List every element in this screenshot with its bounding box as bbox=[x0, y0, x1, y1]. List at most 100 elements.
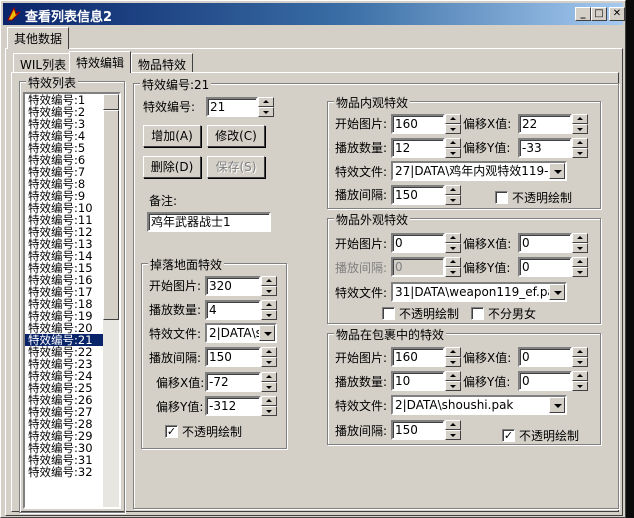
inner-start-spinner[interactable] bbox=[445, 114, 461, 134]
effect-id-label: 特效编号: bbox=[143, 100, 196, 114]
effect-edit-title: 特效编号:21 bbox=[140, 76, 212, 93]
inner-file-select[interactable]: 27|DATA\鸡年内观特效119-12 bbox=[391, 161, 567, 181]
outer-offx-spinner[interactable] bbox=[572, 233, 588, 253]
inner-opaque-checkbox[interactable] bbox=[495, 191, 508, 204]
bag-interval-spinner[interactable] bbox=[445, 420, 461, 440]
drop-opaque-checkbox[interactable]: ✓ bbox=[165, 425, 178, 438]
drop-interval-input[interactable]: 150 bbox=[205, 347, 261, 367]
bag-start-input[interactable]: 160 bbox=[391, 347, 445, 367]
bag-count-label: 播放数量: bbox=[335, 375, 388, 389]
drop-offx-input[interactable]: -72 bbox=[205, 372, 261, 392]
close-icon: ✕ bbox=[612, 8, 622, 19]
scroll-thumb[interactable] bbox=[103, 110, 119, 320]
chevron-down-icon[interactable] bbox=[259, 325, 275, 341]
delete-button[interactable]: 删除(D) bbox=[143, 156, 201, 178]
bag-opaque-label: 不透明绘制 bbox=[519, 429, 580, 443]
inner-interval-spinner[interactable] bbox=[445, 185, 461, 205]
chevron-down-icon[interactable] bbox=[549, 163, 565, 179]
tab-item-effects[interactable]: 物品特效 bbox=[131, 53, 194, 73]
inner-interval-input[interactable]: 150 bbox=[391, 185, 445, 205]
outer-interval-input[interactable]: 0 bbox=[391, 257, 445, 277]
tab-other-data[interactable]: 其他数据 bbox=[7, 27, 70, 49]
minimize-icon: _ bbox=[580, 8, 586, 19]
inner-count-label: 播放数量: bbox=[335, 141, 388, 155]
bag-file-label: 特效文件: bbox=[335, 399, 388, 413]
drop-offx-spinner[interactable] bbox=[261, 372, 277, 392]
bag-interval-input[interactable]: 150 bbox=[391, 420, 445, 440]
outer-unisex-checkbox[interactable] bbox=[471, 307, 484, 320]
check-icon: ✓ bbox=[166, 425, 177, 438]
maximize-button[interactable]: □ bbox=[591, 7, 607, 21]
close-button[interactable]: ✕ bbox=[609, 7, 625, 21]
tab-wil-list[interactable]: WIL列表 bbox=[13, 53, 74, 73]
drop-interval-spinner[interactable] bbox=[261, 347, 277, 367]
chevron-down-icon[interactable] bbox=[549, 284, 565, 300]
bag-interval-label: 播放间隔: bbox=[335, 424, 388, 438]
maximize-icon: □ bbox=[594, 8, 604, 19]
scroll-up-button[interactable] bbox=[103, 94, 119, 110]
bag-start-label: 开始图片: bbox=[335, 351, 388, 365]
note-input[interactable]: 鸡年武器战士1 bbox=[147, 212, 271, 232]
inner-offx-spinner[interactable] bbox=[572, 114, 588, 134]
save-button[interactable]: 保存(S) bbox=[207, 156, 265, 178]
bag-effect-title: 物品在包裹中的特效 bbox=[334, 326, 447, 343]
drop-count-label: 播放数量: bbox=[149, 303, 202, 317]
bag-offy-label: 偏移Y值: bbox=[463, 375, 511, 389]
drop-start-input[interactable]: 320 bbox=[205, 276, 261, 296]
bag-offy-input[interactable]: 0 bbox=[518, 371, 572, 391]
bag-start-spinner[interactable] bbox=[445, 347, 461, 367]
drop-count-spinner[interactable] bbox=[261, 300, 277, 320]
check-icon: ✓ bbox=[503, 429, 514, 442]
drop-effect-title: 掉落地面特效 bbox=[148, 256, 225, 273]
inner-start-input[interactable]: 160 bbox=[391, 114, 445, 134]
outer-opaque-checkbox[interactable] bbox=[382, 307, 395, 320]
inner-offx-label: 偏移X值: bbox=[463, 117, 512, 131]
effect-list-scrollbar[interactable] bbox=[103, 94, 119, 507]
inner-opaque-label: 不透明绘制 bbox=[512, 191, 573, 205]
drop-start-spinner[interactable] bbox=[261, 276, 277, 296]
drop-file-label: 特效文件: bbox=[149, 327, 202, 341]
inner-effect-title: 物品内观特效 bbox=[334, 94, 411, 111]
modify-button[interactable]: 修改(C) bbox=[207, 125, 265, 147]
effect-id-input[interactable]: 21 bbox=[206, 97, 258, 117]
desktop-background bbox=[626, 0, 634, 518]
bag-opaque-checkbox[interactable]: ✓ bbox=[502, 429, 515, 442]
inner-offx-input[interactable]: 22 bbox=[518, 114, 572, 134]
title-bar[interactable]: 查看列表信息2 _ □ ✕ bbox=[3, 3, 625, 25]
app-icon bbox=[7, 6, 21, 21]
drop-offy-label: 偏移Y值: bbox=[156, 400, 204, 414]
inner-offy-input[interactable]: -33 bbox=[518, 138, 572, 158]
outer-start-spinner[interactable] bbox=[445, 233, 461, 253]
effect-id-spinner[interactable] bbox=[258, 97, 274, 117]
add-button[interactable]: 增加(A) bbox=[143, 125, 201, 147]
bag-file-select[interactable]: 2|DATA\shoushi.pak bbox=[391, 395, 567, 415]
inner-file-label: 特效文件: bbox=[335, 165, 388, 179]
inner-offy-spinner[interactable] bbox=[572, 138, 588, 158]
outer-file-select[interactable]: 31|DATA\weapon119_ef.pak bbox=[391, 282, 567, 302]
outer-interval-spinner[interactable] bbox=[445, 257, 461, 277]
outer-offx-label: 偏移X值: bbox=[463, 237, 512, 251]
drop-opaque-label: 不透明绘制 bbox=[182, 425, 243, 439]
bag-count-input[interactable]: 10 bbox=[391, 371, 445, 391]
tab-effect-edit[interactable]: 特效编辑 bbox=[69, 51, 132, 73]
drop-file-select[interactable]: 2|DATA\sh bbox=[205, 323, 277, 343]
outer-interval-label: 播放间隔: bbox=[335, 261, 388, 275]
outer-offy-spinner[interactable] bbox=[572, 257, 588, 277]
drop-count-input[interactable]: 4 bbox=[205, 300, 261, 320]
minimize-button[interactable]: _ bbox=[575, 7, 591, 21]
bag-offx-spinner[interactable] bbox=[572, 347, 588, 367]
inner-count-input[interactable]: 12 bbox=[391, 138, 445, 158]
drop-offy-spinner[interactable] bbox=[261, 396, 277, 416]
outer-offx-input[interactable]: 0 bbox=[518, 233, 572, 253]
bag-offx-input[interactable]: 0 bbox=[518, 347, 572, 367]
inner-start-label: 开始图片: bbox=[335, 117, 388, 131]
outer-offy-input[interactable]: 0 bbox=[518, 257, 572, 277]
outer-start-input[interactable]: 0 bbox=[391, 233, 445, 253]
chevron-down-icon[interactable] bbox=[549, 397, 565, 413]
note-label: 备注: bbox=[149, 194, 178, 208]
inner-count-spinner[interactable] bbox=[445, 138, 461, 158]
bag-offy-spinner[interactable] bbox=[572, 371, 588, 391]
drop-offy-input[interactable]: -312 bbox=[205, 396, 261, 416]
inner-offy-label: 偏移Y值: bbox=[463, 141, 511, 155]
bag-count-spinner[interactable] bbox=[445, 371, 461, 391]
